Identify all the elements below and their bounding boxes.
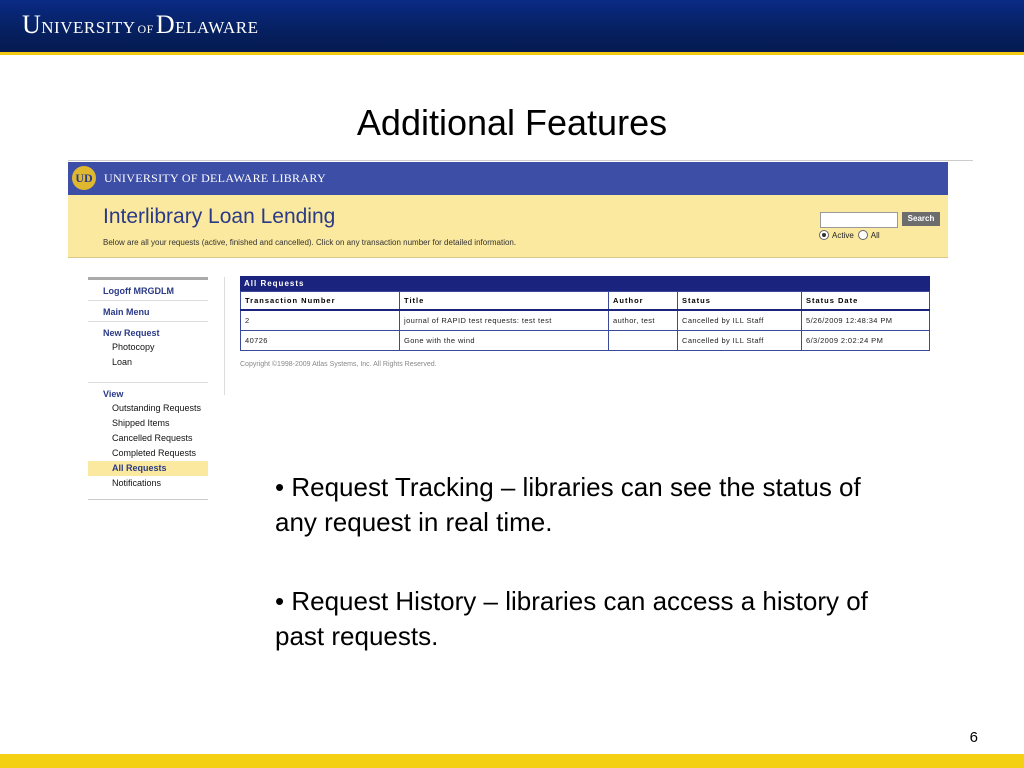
table-row[interactable]: 2 journal of RAPID test requests: test t… (240, 309, 930, 331)
search-button[interactable]: Search (902, 212, 940, 226)
table-caption: All Requests (240, 276, 930, 291)
col-author[interactable]: Author (608, 291, 678, 311)
footer-gold-band (0, 754, 1024, 768)
nav-loan[interactable]: Loan (88, 355, 208, 370)
cell-status: Cancelled by ILL Staff (677, 330, 802, 351)
library-seal-icon: UD (72, 166, 96, 190)
nav-completed-requests[interactable]: Completed Requests (88, 446, 208, 461)
col-status-date[interactable]: Status Date (801, 291, 930, 311)
search-input[interactable] (820, 212, 898, 228)
bullet-request-tracking: • Request Tracking – libraries can see t… (275, 472, 861, 537)
university-logo: UNIVERSITY OFDELAWARE (22, 10, 259, 39)
col-title[interactable]: Title (399, 291, 609, 311)
search-scope: Active All (819, 230, 884, 240)
cell-title: journal of RAPID test requests: test tes… (399, 309, 609, 331)
nav-shipped-items[interactable]: Shipped Items (88, 416, 208, 431)
slide-title: Additional Features (356, 102, 668, 143)
col-status[interactable]: Status (677, 291, 802, 311)
app-header: Interlibrary Loan Lending Below are all … (68, 195, 948, 258)
cell-status-date: 5/26/2009 12:48:34 PM (801, 309, 930, 331)
requests-table: All Requests Transaction Number Title Au… (240, 276, 930, 351)
app-title: Interlibrary Loan Lending (103, 205, 336, 228)
ill-screenshot: UD UNIVERSITY OF DELAWARE LIBRARY Interl… (68, 160, 948, 510)
nav-new-request[interactable]: New Request (88, 322, 208, 340)
radio-all-label: All (870, 230, 880, 240)
nav-notifications[interactable]: Notifications (88, 476, 208, 491)
nav-divider (88, 370, 208, 383)
nav-bottom-rule (88, 491, 208, 500)
transaction-number-link[interactable]: 2 (240, 309, 400, 331)
table-header-row: Transaction Number Title Author Status S… (240, 291, 930, 311)
side-nav: Logoff MRGDLM Main Menu New Request Phot… (88, 277, 208, 500)
cell-author (608, 330, 678, 351)
nav-logoff[interactable]: Logoff MRGDLM (88, 280, 208, 301)
copyright-text: Copyright ©1998-2009 Atlas Systems, Inc.… (240, 361, 437, 368)
nav-photocopy[interactable]: Photocopy (88, 340, 208, 355)
table-row[interactable]: 40726 Gone with the wind Cancelled by IL… (240, 330, 930, 351)
bullet-list: • Request Tracking – libraries can see t… (275, 470, 875, 698)
transaction-number-link[interactable]: 40726 (240, 330, 400, 351)
col-transaction-number[interactable]: Transaction Number (240, 291, 400, 311)
nav-main-menu[interactable]: Main Menu (88, 301, 208, 322)
radio-active[interactable] (819, 230, 829, 240)
library-banner: UD UNIVERSITY OF DELAWARE LIBRARY (68, 162, 948, 195)
cell-title: Gone with the wind (399, 330, 609, 351)
page-number: 6 (969, 729, 978, 746)
cell-author: author, test (608, 309, 678, 331)
library-name: UNIVERSITY OF DELAWARE LIBRARY (104, 171, 326, 185)
radio-all[interactable] (857, 230, 868, 240)
radio-active-label: Active (832, 230, 854, 240)
nav-outstanding-requests[interactable]: Outstanding Requests (88, 401, 208, 416)
bullet-request-history: • Request History – libraries can access… (275, 586, 868, 651)
cell-status: Cancelled by ILL Staff (677, 309, 802, 331)
cell-status-date: 6/3/2009 2:02:24 PM (801, 330, 930, 351)
nav-cancelled-requests[interactable]: Cancelled Requests (88, 431, 208, 446)
nav-separator (224, 277, 225, 395)
nav-all-requests[interactable]: All Requests (88, 461, 208, 476)
app-subtitle: Below are all your requests (active, fin… (103, 238, 517, 247)
nav-view: View (103, 389, 124, 399)
header-gold-stripe (0, 52, 1024, 55)
slide-header: UNIVERSITY OFDELAWARE (0, 0, 1024, 52)
